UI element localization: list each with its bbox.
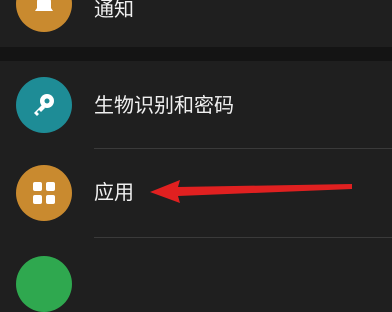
biometrics-icon-circle [16,77,72,133]
notification-icon-circle [16,0,72,32]
bell-icon [35,0,53,11]
next-item-icon-circle [16,256,72,312]
settings-item-label: 通知 [94,0,134,21]
apps-icon-circle [16,165,72,221]
settings-item-biometrics-password[interactable]: 生物识别和密码 [0,62,392,148]
settings-item-next[interactable] [0,238,392,312]
settings-item-label: 应用 [94,180,134,204]
key-icon [34,94,54,116]
settings-item-notifications[interactable]: 通知 [0,0,392,40]
apps-grid-icon [33,182,55,204]
section-separator [0,47,392,61]
settings-item-label: 生物识别和密码 [94,93,234,117]
settings-item-apps[interactable]: 应用 [0,149,392,237]
